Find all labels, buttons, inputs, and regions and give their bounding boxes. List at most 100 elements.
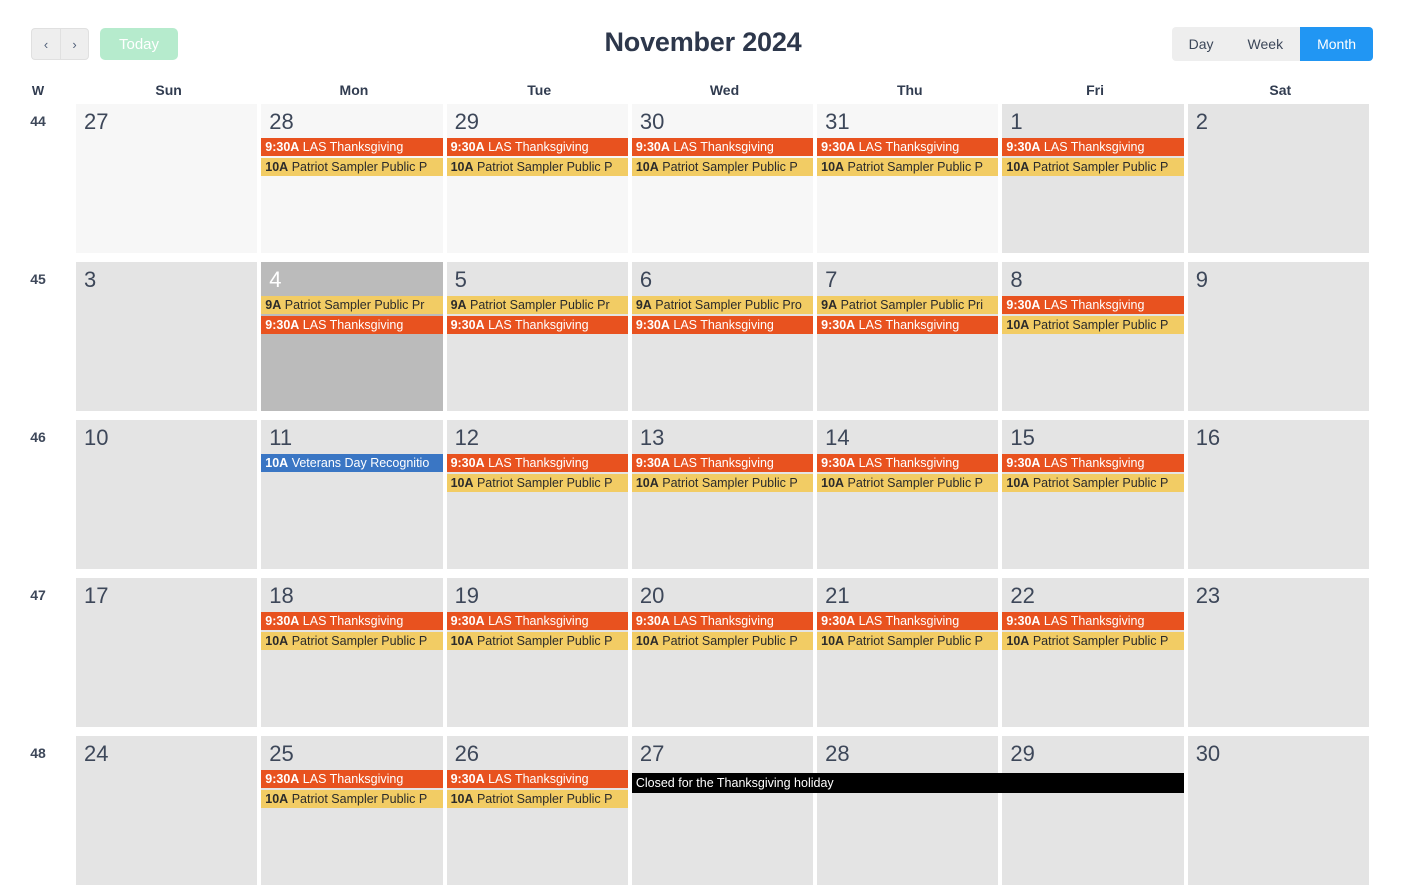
calendar-event[interactable]: 9:30A LAS Thanksgiving [446, 454, 628, 473]
day-number: 7 [825, 267, 838, 292]
event-time: 9:30A [635, 456, 670, 471]
calendar-event[interactable]: 9:30A LAS Thanksgiving [817, 316, 999, 335]
calendar-event[interactable]: 10A Patriot Sampler Public P [631, 474, 814, 493]
day-cell[interactable]: 28 9:30A LAS Thanksgiving 10A Patriot Samp… [261, 104, 443, 253]
day-cell[interactable]: 22 9:30A LAS Thanksgiving 10A Patriot Samp… [1002, 578, 1184, 727]
day-cell[interactable]: 19 9:30A LAS Thanksgiving 10A Patriot Samp… [446, 578, 628, 727]
day-cell[interactable]: 5 9A Patriot Sampler Public Pr 9:30A LAS T… [446, 262, 628, 411]
day-cell[interactable]: 18 9:30A LAS Thanksgiving 10A Patriot Samp… [261, 578, 443, 727]
day-number: 16 [1195, 425, 1221, 450]
dow-header-mon: Mon [339, 82, 369, 98]
calendar-event[interactable]: 9:30A LAS Thanksgiving [631, 454, 814, 473]
day-cell[interactable]: 26 9:30A LAS Thanksgiving 10A Patriot Samp… [446, 736, 628, 885]
calendar-event[interactable]: 10A Patriot Sampler Public P [1002, 632, 1184, 651]
calendar-event[interactable]: 9:30A LAS Thanksgiving [1002, 612, 1184, 631]
day-cell[interactable]: 7 9A Patriot Sampler Public Pri 9:30A LAS … [817, 262, 999, 411]
calendar-event[interactable]: 10A Patriot Sampler Public P [1002, 474, 1184, 493]
view-button-week[interactable]: Week [1230, 27, 1301, 61]
day-cell[interactable]: 29 [1002, 736, 1184, 885]
calendar-event[interactable]: 9:30A LAS Thanksgiving [631, 316, 814, 335]
event-title: Patriot Sampler Public P [844, 160, 984, 175]
day-cell[interactable]: 31 9:30A LAS Thanksgiving 10A Patriot Samp… [817, 104, 999, 253]
day-cell[interactable]: 23 [1187, 578, 1369, 727]
day-cell[interactable]: 30 [1187, 736, 1369, 885]
day-number: 8 [1010, 267, 1023, 292]
week-row: 44 27 28 9:30A LAS Thanksgiving 10A Patriot … [0, 104, 1373, 262]
day-cell[interactable]: 30 9:30A LAS Thanksgiving 10A Patriot Samp… [631, 104, 814, 253]
day-cell[interactable]: 17 [76, 578, 258, 727]
day-cell[interactable]: 14 9:30A LAS Thanksgiving 10A Patriot Samp… [817, 420, 999, 569]
day-cell[interactable]: 6 9A Patriot Sampler Public Pro 9:30A LAS … [631, 262, 814, 411]
calendar-event[interactable]: 10A Patriot Sampler Public P [446, 632, 628, 651]
calendar-event[interactable]: 9:30A LAS Thanksgiving [261, 138, 443, 157]
calendar-event[interactable]: 10A Veterans Day Recognitio [261, 454, 443, 473]
event-list: 9:30A LAS Thanksgiving 10A Patriot Sample… [817, 138, 999, 177]
calendar-event[interactable]: 9:30A LAS Thanksgiving [1002, 296, 1184, 315]
day-cell[interactable]: 13 9:30A LAS Thanksgiving 10A Patriot Samp… [631, 420, 814, 569]
day-cell[interactable]: 9 [1187, 262, 1369, 411]
day-cell[interactable]: 15 9:30A LAS Thanksgiving 10A Patriot Samp… [1002, 420, 1184, 569]
calendar-event[interactable]: 9:30A LAS Thanksgiving [1002, 454, 1184, 473]
day-cell[interactable]: 8 9:30A LAS Thanksgiving 10A Patriot Sampl… [1002, 262, 1184, 411]
calendar-event[interactable]: 10A Patriot Sampler Public P [631, 632, 814, 651]
calendar-event[interactable]: 10A Patriot Sampler Public P [1002, 316, 1184, 335]
calendar-event[interactable]: 9A Patriot Sampler Public Pr [446, 296, 628, 315]
calendar-event[interactable]: 9A Patriot Sampler Public Pr [261, 296, 443, 315]
day-cell[interactable]: 4 9A Patriot Sampler Public Pr 9:30A LAS T… [261, 262, 443, 411]
calendar-event[interactable]: 9:30A LAS Thanksgiving [446, 138, 628, 157]
event-title: LAS Thanksgiving [1040, 456, 1145, 471]
multi-day-event-banner[interactable]: Closed for the Thanksgiving holiday [631, 773, 1184, 793]
day-cell[interactable]: 3 [76, 262, 258, 411]
calendar-event[interactable]: 10A Patriot Sampler Public P [817, 632, 999, 651]
calendar-event[interactable]: 10A Patriot Sampler Public P [1002, 158, 1184, 177]
calendar-event[interactable]: 9:30A LAS Thanksgiving [261, 612, 443, 631]
day-number: 9 [1195, 267, 1208, 292]
calendar-event[interactable]: 9:30A LAS Thanksgiving [631, 138, 814, 157]
event-title: LAS Thanksgiving [299, 772, 404, 787]
day-number: 19 [454, 583, 480, 608]
calendar-event[interactable]: 9A Patriot Sampler Public Pri [817, 296, 999, 315]
calendar-event[interactable]: 9:30A LAS Thanksgiving [446, 612, 628, 631]
day-cell[interactable]: 25 9:30A LAS Thanksgiving 10A Patriot Samp… [261, 736, 443, 885]
view-button-day[interactable]: Day [1171, 27, 1231, 61]
calendar-event[interactable]: 10A Patriot Sampler Public P [446, 790, 628, 809]
calendar-event[interactable]: 9:30A LAS Thanksgiving [446, 316, 628, 335]
day-cell[interactable]: 2 [1187, 104, 1369, 253]
calendar-event[interactable]: 9:30A LAS Thanksgiving [446, 770, 628, 789]
event-time: 9:30A [821, 614, 856, 629]
event-title: LAS Thanksgiving [299, 318, 404, 333]
event-time: 10A [1006, 318, 1030, 333]
calendar-event[interactable]: 10A Patriot Sampler Public P [261, 790, 443, 809]
calendar-event[interactable]: 9A Patriot Sampler Public Pro [631, 296, 814, 315]
calendar-event[interactable]: 9:30A LAS Thanksgiving [261, 770, 443, 789]
calendar-event[interactable]: 9:30A LAS Thanksgiving [817, 612, 999, 631]
day-cell[interactable]: 27 [631, 736, 814, 885]
day-cell[interactable]: 20 9:30A LAS Thanksgiving 10A Patriot Samp… [631, 578, 814, 727]
day-cell[interactable]: 28 [817, 736, 999, 885]
calendar-event[interactable]: 10A Patriot Sampler Public P [446, 474, 628, 493]
event-time: 9:30A [821, 140, 856, 155]
calendar-event[interactable]: 10A Patriot Sampler Public P [261, 158, 443, 177]
calendar-event[interactable]: 9:30A LAS Thanksgiving [261, 316, 443, 335]
event-title: Patriot Sampler Public P [844, 634, 984, 649]
calendar-event[interactable]: 10A Patriot Sampler Public P [261, 632, 443, 651]
calendar-event[interactable]: 10A Patriot Sampler Public P [817, 158, 999, 177]
day-cell[interactable]: 10 [76, 420, 258, 569]
day-cell[interactable]: 24 [76, 736, 258, 885]
calendar-event[interactable]: 9:30A LAS Thanksgiving [1002, 138, 1184, 157]
calendar-event[interactable]: 9:30A LAS Thanksgiving [631, 612, 814, 631]
day-cell[interactable]: 11 10A Veterans Day Recognitio [261, 420, 443, 569]
event-title: Patriot Sampler Public P [473, 634, 613, 649]
day-cell[interactable]: 12 9:30A LAS Thanksgiving 10A Patriot Samp… [446, 420, 628, 569]
calendar-event[interactable]: 9:30A LAS Thanksgiving [817, 138, 999, 157]
calendar-event[interactable]: 10A Patriot Sampler Public P [631, 158, 814, 177]
day-cell[interactable]: 1 9:30A LAS Thanksgiving 10A Patriot Sampl… [1002, 104, 1184, 253]
day-cell[interactable]: 21 9:30A LAS Thanksgiving 10A Patriot Samp… [817, 578, 999, 727]
day-cell[interactable]: 29 9:30A LAS Thanksgiving 10A Patriot Samp… [446, 104, 628, 253]
calendar-event[interactable]: 10A Patriot Sampler Public P [817, 474, 999, 493]
view-button-month[interactable]: Month [1300, 27, 1373, 61]
day-cell[interactable]: 27 [76, 104, 258, 253]
calendar-event[interactable]: 10A Patriot Sampler Public P [446, 158, 628, 177]
day-cell[interactable]: 16 [1187, 420, 1369, 569]
calendar-event[interactable]: 9:30A LAS Thanksgiving [817, 454, 999, 473]
